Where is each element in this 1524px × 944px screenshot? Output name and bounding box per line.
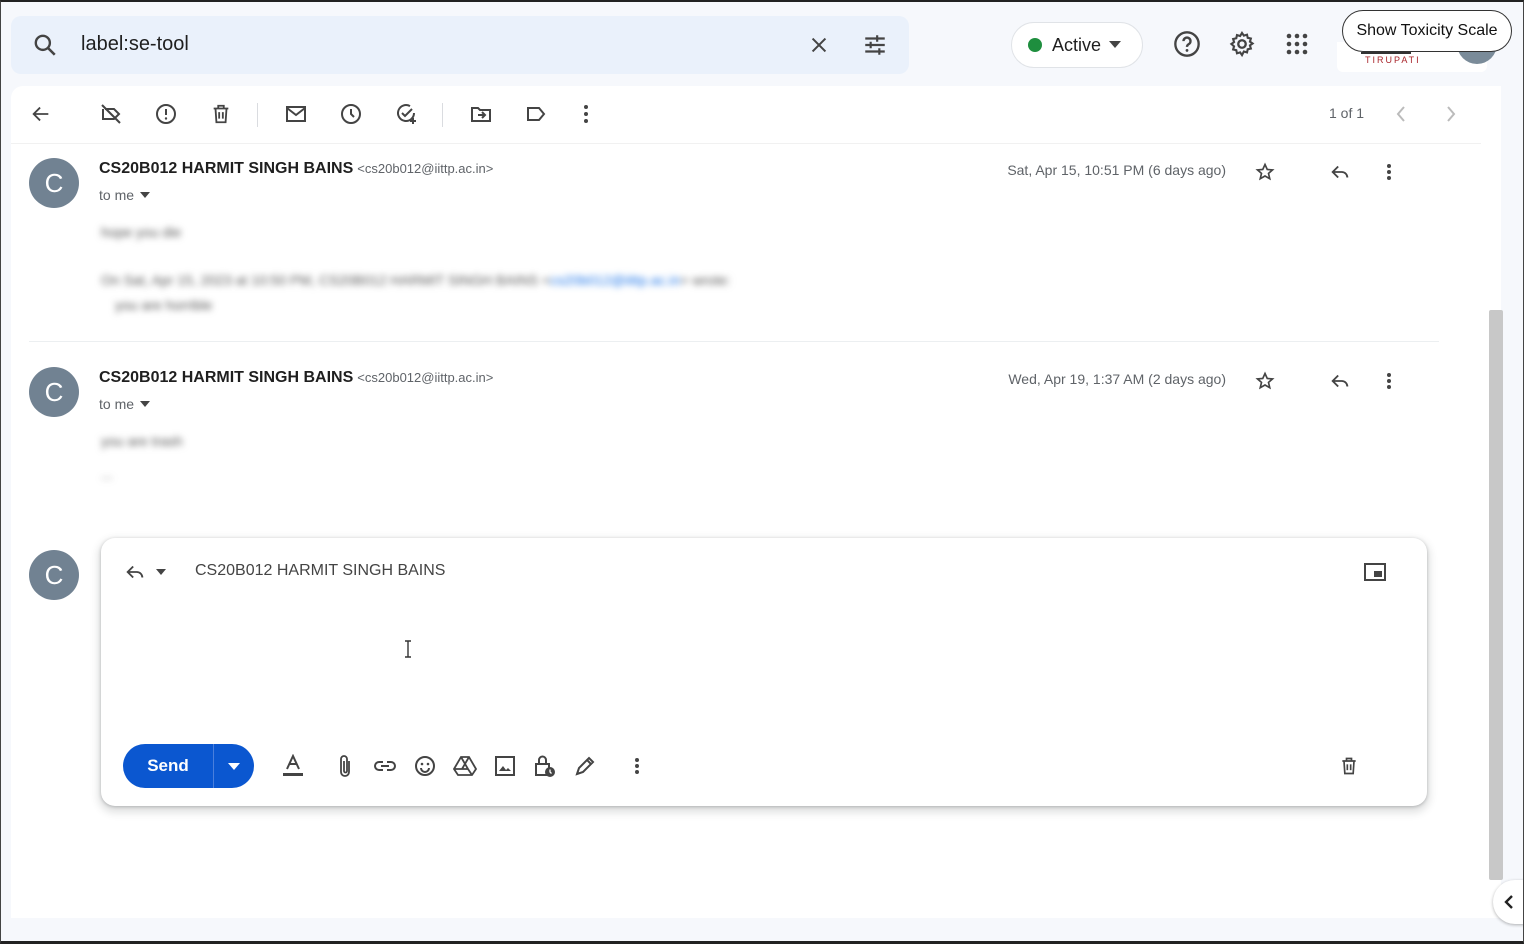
text-cursor-icon (403, 640, 413, 663)
avatar: C (29, 550, 79, 600)
message-toolbar: 1 of 1 (11, 86, 1481, 144)
quoted-text-blurred: you are horrible (115, 297, 213, 313)
pagination-count: 1 of 1 (1329, 105, 1365, 121)
more-options-icon[interactable] (1373, 156, 1405, 188)
send-button[interactable]: Send (123, 744, 254, 788)
delete-icon[interactable] (201, 96, 241, 132)
message-date: Sat, Apr 15, 10:51 PM (6 days ago) (1007, 162, 1226, 178)
search-icon[interactable] (23, 16, 67, 74)
label-icon[interactable] (516, 96, 556, 132)
formatting-options-icon[interactable] (275, 748, 311, 784)
quoted-text-blurred: On Sat, Apr 15, 2023 at 10:50 PM, CS20B0… (101, 272, 731, 288)
insert-link-icon[interactable] (367, 748, 403, 784)
sender-name: CS20B012 HARMIT SINGH BAINS <cs20b012@iit… (99, 160, 494, 177)
chevron-left-icon[interactable] (1381, 96, 1421, 132)
recipient-field[interactable]: CS20B012 HARMIT SINGH BAINS (195, 562, 445, 580)
email-message[interactable]: C CS20B012 HARMIT SINGH BAINS <cs20b012@i… (11, 355, 1481, 505)
scrollbar[interactable] (1489, 310, 1503, 880)
search-options-icon[interactable] (853, 16, 897, 74)
report-spam-icon[interactable] (146, 96, 186, 132)
status-selector[interactable]: Active (1011, 22, 1143, 68)
reply-composer[interactable]: CS20B012 HARMIT SINGH BAINS Send (101, 538, 1427, 806)
search-bar[interactable]: label:se-tool (11, 16, 909, 74)
recipient-details[interactable]: to me (99, 187, 151, 203)
more-options-icon[interactable] (1373, 365, 1405, 397)
message-body-blurred: you are trash (101, 433, 183, 449)
google-drive-icon[interactable] (447, 748, 483, 784)
star-icon[interactable] (1249, 365, 1281, 397)
more-options-icon[interactable] (619, 748, 655, 784)
chevron-down-icon (140, 401, 151, 407)
active-status-dot (1028, 38, 1042, 52)
signature-pen-icon[interactable] (567, 748, 603, 784)
chevron-down-icon[interactable] (145, 556, 177, 588)
sender-name: CS20B012 HARMIT SINGH BAINS <cs20b012@iit… (99, 369, 494, 386)
schedule-send-dropdown-icon[interactable] (214, 744, 254, 788)
insert-photo-icon[interactable] (487, 748, 523, 784)
reply-icon[interactable] (1324, 365, 1356, 397)
search-input[interactable]: label:se-tool (81, 33, 189, 56)
clear-search-icon[interactable] (797, 16, 841, 74)
message-view: 1 of 1 C CS20B012 HARMIT SINGH BAINS <cs2… (11, 86, 1501, 918)
apps-grid-icon[interactable] (1277, 24, 1317, 64)
message-body-blurred: hope you die (101, 224, 182, 240)
email-message[interactable]: C CS20B012 HARMIT SINGH BAINS <cs20b012@i… (11, 146, 1481, 346)
chevron-down-icon (140, 192, 151, 198)
message-body-blurred: ... (101, 466, 113, 482)
back-arrow-icon[interactable] (21, 96, 61, 132)
avatar: C (29, 158, 79, 208)
star-icon[interactable] (1249, 156, 1281, 188)
attach-file-icon[interactable] (327, 748, 363, 784)
chevron-right-icon[interactable] (1431, 96, 1471, 132)
show-toxicity-scale-button[interactable]: Show Toxicity Scale (1342, 10, 1512, 52)
label-off-icon[interactable] (91, 96, 131, 132)
move-to-folder-icon[interactable] (461, 96, 501, 132)
chevron-left-icon (1504, 895, 1513, 909)
emoji-icon[interactable] (407, 748, 443, 784)
sender-email: <cs20b012@iittp.ac.in> (357, 370, 494, 385)
recipient-details[interactable]: to me (99, 396, 151, 412)
pop-out-icon[interactable] (1359, 556, 1391, 588)
mark-unread-icon[interactable] (276, 96, 316, 132)
gmail-window: label:se-tool Active TIRUPATI Show Toxic… (0, 0, 1524, 944)
sender-email: <cs20b012@iittp.ac.in> (357, 161, 494, 176)
avatar: C (29, 367, 79, 417)
confidential-mode-icon[interactable] (527, 748, 563, 784)
help-icon[interactable] (1167, 24, 1207, 64)
more-options-icon[interactable] (566, 96, 606, 132)
chevron-down-icon (1109, 36, 1122, 54)
discard-draft-icon[interactable] (1331, 748, 1367, 784)
message-date: Wed, Apr 19, 1:37 AM (2 days ago) (1008, 371, 1226, 387)
snooze-clock-icon[interactable] (331, 96, 371, 132)
add-to-tasks-icon[interactable] (386, 96, 426, 132)
status-label: Active (1052, 34, 1102, 55)
gear-icon[interactable] (1222, 24, 1262, 64)
reply-icon[interactable] (1324, 156, 1356, 188)
